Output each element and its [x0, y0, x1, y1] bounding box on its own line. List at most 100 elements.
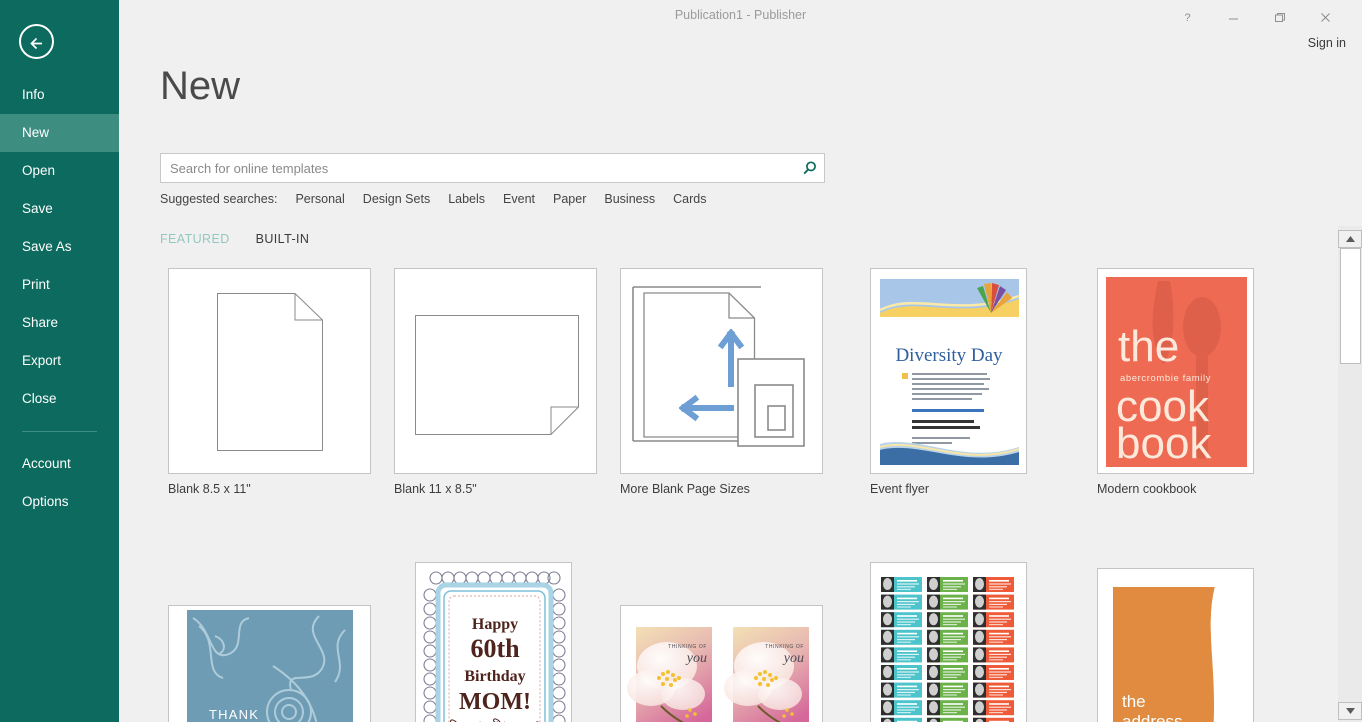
sidebar-item-label: Options [22, 494, 69, 509]
svg-text:THANK: THANK [209, 707, 259, 722]
suggested-link-design-sets[interactable]: Design Sets [363, 192, 430, 206]
sidebar-item-label: New [22, 125, 50, 140]
window-controls: ? [1164, 4, 1348, 30]
page-title: New [160, 64, 241, 108]
template-tile-blank-landscape[interactable] [394, 268, 597, 474]
scroll-up-icon[interactable] [1338, 230, 1362, 248]
page-shape [217, 293, 323, 451]
template-tile-thinking-of-you[interactable]: THINKING OF you THINKING OF you [620, 605, 823, 722]
suggested-link-paper[interactable]: Paper [553, 192, 586, 206]
thumbnail-blank-landscape [395, 269, 596, 473]
sidebar-item-open[interactable]: Open [0, 152, 119, 190]
template-tile-birthday-card[interactable]: Happy 60th Birthday MOM! love, all of us [415, 562, 572, 722]
tab-featured[interactable]: FEATURED [160, 232, 230, 246]
sidebar-item-options[interactable]: Options [0, 483, 119, 521]
thumbnail-blank-portrait [169, 269, 370, 473]
template-tile-blank-portrait[interactable] [168, 268, 371, 474]
sidebar-item-share[interactable]: Share [0, 304, 119, 342]
sidebar-item-info[interactable]: Info [0, 76, 119, 114]
title-bar: Publication1 - Publisher ? Sign in [119, 0, 1362, 50]
thumbnail-more-page-sizes [621, 269, 822, 473]
svg-text:?: ? [1184, 12, 1190, 24]
thumbnail-thinking-of-you: THINKING OF you THINKING OF you [621, 606, 822, 722]
svg-text:THINKING OF: THINKING OF [668, 644, 707, 650]
template-caption: Blank 8.5 x 11" [168, 482, 251, 496]
search-icon[interactable] [796, 156, 822, 181]
template-caption: More Blank Page Sizes [620, 482, 750, 496]
minimize-icon[interactable] [1210, 4, 1256, 30]
suggested-link-cards[interactable]: Cards [673, 192, 706, 206]
restore-glyph [1274, 12, 1285, 22]
sidebar-item-label: Account [22, 456, 71, 471]
thinking-of-you-artwork: THINKING OF you THINKING OF you [621, 606, 822, 722]
suggested-link-personal[interactable]: Personal [295, 192, 344, 206]
sidebar-item-export[interactable]: Export [0, 342, 119, 380]
help-icon[interactable]: ? [1164, 4, 1210, 30]
flyer-artwork: Diversity Day [871, 269, 1026, 473]
sidebar-item-print[interactable]: Print [0, 266, 119, 304]
template-caption: Modern cookbook [1097, 482, 1197, 496]
template-caption: Event flyer [870, 482, 930, 496]
svg-text:Diversity Day: Diversity Day [895, 345, 1003, 366]
restore-icon[interactable] [1256, 4, 1302, 30]
svg-text:MOM!: MOM! [459, 689, 531, 715]
scrollbar-track[interactable] [1340, 364, 1361, 700]
sidebar-item-account[interactable]: Account [0, 445, 119, 483]
address-book-artwork: the address book [1098, 569, 1253, 722]
page-sizes-illustration [632, 286, 805, 447]
cookbook-artwork: the abercrombie family cook book [1098, 269, 1253, 473]
thank-you-artwork: THANK YOU [169, 606, 370, 722]
svg-text:THINKING OF: THINKING OF [765, 644, 804, 650]
svg-text:the: the [1122, 692, 1146, 711]
back-arrow-icon[interactable] [19, 24, 54, 59]
page-shape [415, 315, 579, 435]
svg-text:book: book [1116, 419, 1212, 468]
backstage-nav: Info New Open Save Save As Print Share E… [0, 76, 119, 521]
suggested-link-labels[interactable]: Labels [448, 192, 485, 206]
template-tile-modern-cookbook[interactable]: the abercrombie family cook book [1097, 268, 1254, 474]
page-with-fold [217, 293, 323, 451]
template-scrollbar[interactable] [1338, 226, 1362, 722]
scrollbar-thumb[interactable] [1340, 248, 1361, 364]
template-tile-more-blank-page-sizes[interactable] [620, 268, 823, 474]
template-tile-label-sheet[interactable] [870, 562, 1027, 722]
sidebar-item-close[interactable]: Close [0, 380, 119, 418]
suggested-link-business[interactable]: Business [604, 192, 655, 206]
template-tile-address-book[interactable]: the address book [1097, 568, 1254, 722]
sidebar-item-label: Close [22, 391, 57, 406]
close-icon[interactable] [1302, 4, 1348, 30]
scroll-down-icon[interactable] [1338, 702, 1362, 720]
thumbnail-thank-you-card: THANK YOU [169, 606, 370, 722]
svg-text:Happy: Happy [472, 616, 518, 633]
suggested-link-event[interactable]: Event [503, 192, 535, 206]
thumbnail-event-flyer: Diversity Day [871, 269, 1026, 473]
template-tile-event-flyer[interactable]: Diversity Day [870, 268, 1027, 474]
svg-text:you: you [685, 651, 707, 666]
sidebar-item-new[interactable]: New [0, 114, 119, 152]
minimize-glyph [1228, 18, 1238, 19]
scroll-down-glyph [1345, 708, 1355, 714]
thumbnail-birthday-card: Happy 60th Birthday MOM! love, all of us [416, 563, 571, 722]
publisher-backstage-new: Info New Open Save Save As Print Share E… [0, 0, 1362, 722]
sidebar-item-save-as[interactable]: Save As [0, 228, 119, 266]
svg-text:Birthday: Birthday [464, 668, 525, 685]
svg-text:the: the [1118, 322, 1179, 371]
tab-built-in[interactable]: BUILT-IN [256, 232, 310, 246]
sidebar-item-label: Print [22, 277, 50, 292]
page-with-fold [415, 315, 579, 435]
template-tile-thank-you-card[interactable]: THANK YOU [168, 605, 371, 722]
template-caption: Blank 11 x 8.5" [394, 482, 477, 496]
sidebar-divider [22, 431, 97, 432]
sidebar-item-label: Export [22, 353, 62, 368]
sidebar-item-save[interactable]: Save [0, 190, 119, 228]
thumbnail-modern-cookbook: the abercrombie family cook book [1098, 269, 1253, 473]
sidebar-item-label: Save [22, 201, 53, 216]
template-category-tabs: FEATURED BUILT-IN [160, 232, 309, 246]
birthday-artwork: Happy 60th Birthday MOM! love, all of us [416, 563, 571, 722]
search-box [160, 153, 825, 183]
back-arrow-glyph [30, 37, 42, 50]
search-input[interactable] [170, 154, 780, 182]
close-glyph [1320, 12, 1330, 22]
sidebar-item-label: Share [22, 315, 59, 330]
sidebar-item-label: Open [22, 163, 56, 178]
